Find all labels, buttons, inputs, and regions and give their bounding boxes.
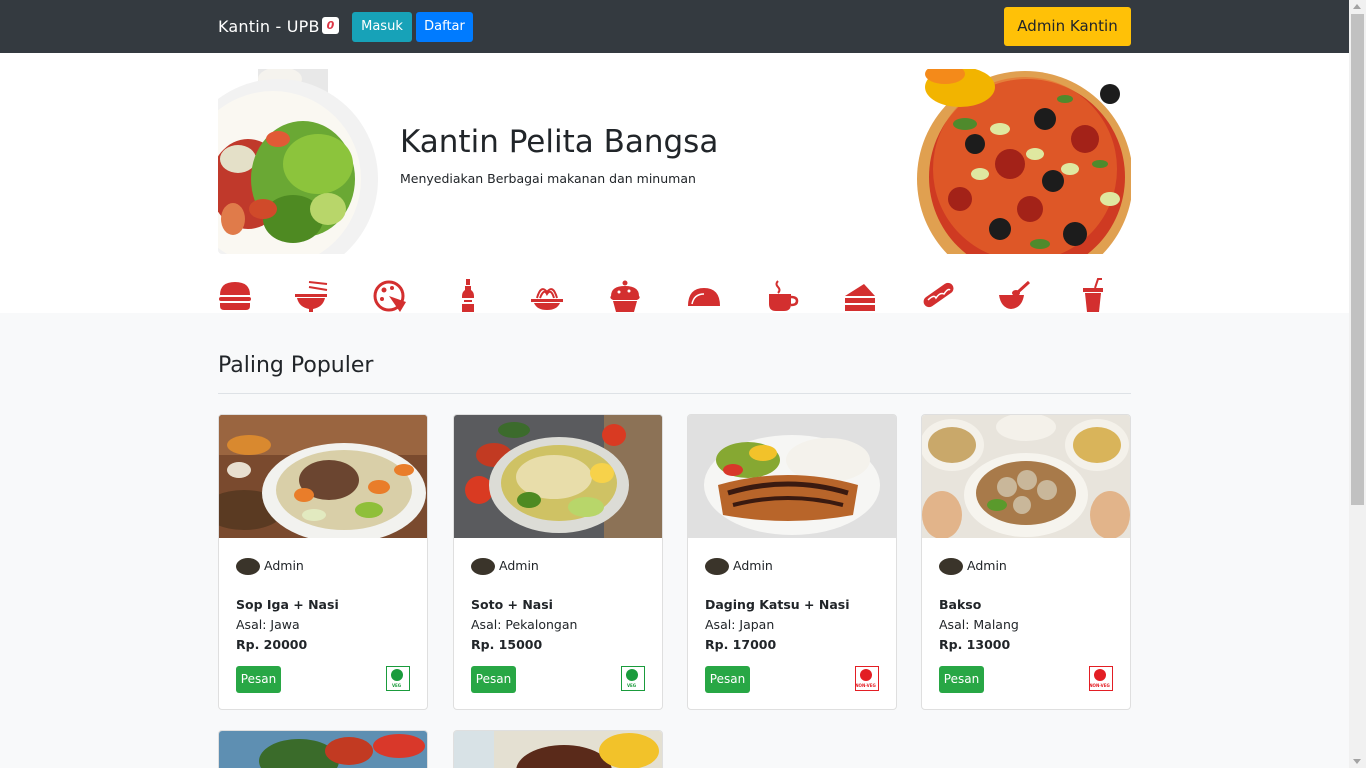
hero-subtitle: Menyediakan Berbagai makanan dan minuman	[400, 171, 696, 186]
food-image-katsu	[688, 415, 896, 538]
author-name: Admin	[967, 558, 1007, 573]
food-origin: Asal: Malang	[939, 617, 1019, 632]
author-avatar	[236, 558, 260, 575]
hero-title: Kantin Pelita Bangsa	[400, 124, 719, 160]
veg-indicator-icon: VEG	[621, 666, 645, 691]
food-image-soto	[454, 415, 662, 538]
food-image-bakso	[922, 415, 1130, 538]
author-avatar	[939, 558, 963, 575]
menu-card: Admin Soto + Nasi Asal: Pekalongan Rp. 1…	[453, 414, 663, 710]
register-button[interactable]: Daftar	[416, 12, 473, 42]
food-name: Daging Katsu + Nasi	[705, 597, 850, 612]
author-name: Admin	[264, 558, 304, 573]
order-button[interactable]: Pesan	[705, 666, 750, 693]
scrollbar-thumb[interactable]	[1351, 14, 1364, 505]
food-image	[219, 731, 427, 768]
burger-icon[interactable]	[217, 278, 253, 314]
scroll-up-arrow-icon[interactable]	[1353, 4, 1361, 9]
menu-card	[453, 730, 663, 768]
food-image	[454, 731, 662, 768]
bottle-icon[interactable]	[450, 278, 486, 314]
food-origin: Asal: Pekalongan	[471, 617, 578, 632]
soup-bowl-icon[interactable]	[996, 278, 1032, 314]
section-divider	[218, 393, 1131, 394]
food-name: Soto + Nasi	[471, 597, 553, 612]
noodle-bowl-icon[interactable]	[293, 278, 329, 314]
taco-icon[interactable]	[686, 278, 722, 314]
coffee-cup-icon[interactable]	[764, 278, 800, 314]
non-veg-indicator-icon: NON-VEG	[1089, 666, 1113, 691]
cake-slice-icon[interactable]	[842, 278, 878, 314]
brand-link[interactable]: Kantin - UPB	[218, 17, 320, 36]
non-veg-indicator-icon: NON-VEG	[855, 666, 879, 691]
hero-pizza-image	[905, 69, 1131, 254]
order-button[interactable]: Pesan	[236, 666, 281, 693]
soda-cup-icon[interactable]	[1075, 278, 1111, 314]
pizza-icon[interactable]	[372, 278, 408, 314]
menu-card: Admin Daging Katsu + Nasi Asal: Japan Rp…	[687, 414, 897, 710]
spaghetti-icon[interactable]	[529, 278, 565, 314]
cupcake-icon[interactable]	[607, 278, 643, 314]
food-price: Rp. 17000	[705, 637, 777, 652]
login-button[interactable]: Masuk	[352, 12, 412, 42]
food-price: Rp. 13000	[939, 637, 1011, 652]
author-name: Admin	[499, 558, 539, 573]
veg-indicator-icon: VEG	[386, 666, 410, 691]
food-price: Rp. 15000	[471, 637, 543, 652]
hotdog-icon[interactable]	[920, 278, 956, 314]
food-name: Sop Iga + Nasi	[236, 597, 339, 612]
order-button[interactable]: Pesan	[939, 666, 984, 693]
food-image-sop-iga	[219, 415, 427, 538]
menu-card	[218, 730, 428, 768]
author-name: Admin	[733, 558, 773, 573]
food-origin: Asal: Jawa	[236, 617, 300, 632]
cart-count-badge[interactable]: 0	[322, 17, 339, 34]
navbar: Kantin - UPB 0 Masuk Daftar Admin Kantin	[0, 0, 1349, 53]
author-avatar	[705, 558, 729, 575]
popular-section-title: Paling Populer	[218, 353, 374, 378]
scroll-down-arrow-icon[interactable]	[1353, 759, 1361, 764]
hero-salad-image	[218, 69, 378, 254]
food-name: Bakso	[939, 597, 982, 612]
order-button[interactable]: Pesan	[471, 666, 516, 693]
menu-card: Admin Bakso Asal: Malang Rp. 13000 Pesan…	[921, 414, 1131, 710]
food-price: Rp. 20000	[236, 637, 308, 652]
author-avatar	[471, 558, 495, 575]
vertical-scrollbar[interactable]	[1349, 0, 1366, 768]
admin-kantin-button[interactable]: Admin Kantin	[1004, 7, 1131, 46]
menu-card: Admin Sop Iga + Nasi Asal: Jawa Rp. 2000…	[218, 414, 428, 710]
food-origin: Asal: Japan	[705, 617, 775, 632]
